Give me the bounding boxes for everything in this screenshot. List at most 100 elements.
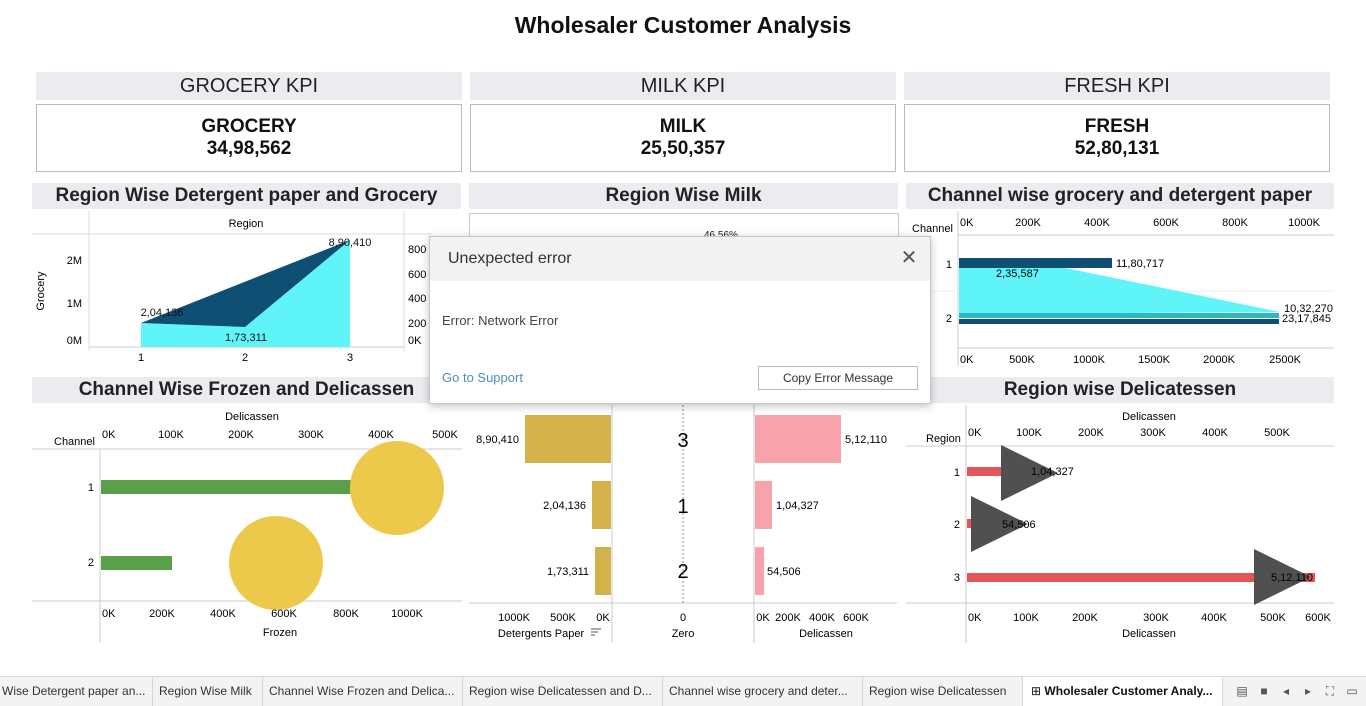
chart1-data-label: 8,90,410 <box>329 237 372 249</box>
chart1-x-tick: 1 <box>138 352 144 364</box>
chart3-bottom-tick: 2500K <box>1269 354 1301 366</box>
chart1-y-axis-label: Grocery <box>35 271 47 311</box>
chart5-left-tick: 1000K <box>498 612 530 624</box>
chart4-row-label: 1 <box>88 482 94 494</box>
chart6-top-tick: 0K <box>968 427 982 439</box>
present-icon[interactable]: ▭ <box>1343 677 1361 706</box>
chart3-bottom-tick: 500K <box>1009 354 1035 366</box>
chart3-top-tick: 400K <box>1084 217 1110 229</box>
tab-channel-frozen-delicassen[interactable]: Channel Wise Frozen and Delica... <box>263 677 463 706</box>
channel1-grocery-bar <box>959 258 1112 268</box>
tab-channel-grocery-detergent[interactable]: Channel wise grocery and deter... <box>663 677 863 706</box>
fullscreen-icon[interactable]: ⛶ <box>1321 677 1339 706</box>
region3-detergent-bar <box>525 415 611 463</box>
chart5-right-tick: 0K <box>756 612 770 624</box>
region2-detergent-bar <box>595 547 611 595</box>
channel-frozen-delicassen-chart: Delicassen Channel 0K 100K 200K 300K 400… <box>32 411 462 643</box>
grocery-kpi-header: GROCERY KPI <box>36 72 462 100</box>
prev-sheet-icon[interactable]: ◂ <box>1277 677 1295 706</box>
chart3-data-label: 11,80,717 <box>1116 258 1164 270</box>
channel2-delicassen-bubble <box>229 516 323 610</box>
chart6-row-label: 3 <box>954 572 960 584</box>
chart6-region-label: Region <box>926 433 961 445</box>
chart5-left-tick: 0K <box>596 612 610 624</box>
chart3-channel-label: Channel <box>912 223 953 235</box>
chart6-row-label: 1 <box>954 467 960 479</box>
chart5-right-tick: 200K <box>775 612 801 624</box>
chart5-left-tick: 500K <box>550 612 576 624</box>
grocery-kpi-value: 34,98,562 <box>206 138 292 159</box>
milk-kpi-header: MILK KPI <box>470 72 896 100</box>
chart1-y2-tick: 200 <box>408 318 426 330</box>
chart4-top-tick: 300K <box>298 429 324 441</box>
chart4-bottom-tick: 400K <box>210 608 236 620</box>
region1-detergent-bar <box>592 481 611 529</box>
region2-delicassen-bar <box>755 547 764 595</box>
copy-error-message-button[interactable]: Copy Error Message <box>758 366 918 390</box>
panel-title-channel-frozen-delicassen: Channel Wise Frozen and Delicassen <box>32 377 461 403</box>
tab-region-milk[interactable]: Region Wise Milk <box>153 677 263 706</box>
chart6-bottom-label: Delicassen <box>1122 628 1176 640</box>
milk-kpi-card: MILK 25,50,357 <box>470 104 896 172</box>
next-sheet-icon[interactable]: ▸ <box>1299 677 1317 706</box>
chart5-right-label: 1,04,327 <box>776 500 819 512</box>
go-to-support-link[interactable]: Go to Support <box>442 370 523 385</box>
channel2-detergent-bar <box>959 313 1279 318</box>
region-delicatessen-chart: Delicassen Region 0K 100K 200K 300K 400K… <box>906 405 1334 643</box>
chart1-y2-tick: 0K <box>408 335 422 347</box>
chart6-top-tick: 400K <box>1202 427 1228 439</box>
grid-view-icon[interactable]: ■ <box>1255 677 1273 706</box>
panel-title-region-delicatessen: Region wise Delicatessen <box>906 377 1334 403</box>
fresh-kpi-header: FRESH KPI <box>904 72 1330 100</box>
chart4-bottom-label: Frozen <box>263 627 297 639</box>
filmstrip-icon[interactable]: ▤ <box>1233 677 1251 706</box>
chart3-top-tick: 200K <box>1015 217 1041 229</box>
chart4-top-tick: 200K <box>228 429 254 441</box>
chart4-bottom-tick: 0K <box>102 608 116 620</box>
chart6-data-label: 5,12,110 <box>1271 572 1313 584</box>
chart3-row-label: 2 <box>946 313 952 325</box>
chart3-top-tick: 1000K <box>1288 217 1320 229</box>
chart1-data-label: 1,73,311 <box>225 332 267 344</box>
chart4-channel-label: Channel <box>54 436 95 448</box>
chart1-y-tick: 2M <box>67 255 82 267</box>
tab-region-delicatessen[interactable]: Region wise Delicatessen <box>863 677 1023 706</box>
region3-delicassen-bar <box>755 415 841 463</box>
panel-title-channel-grocery-detergent: Channel wise grocery and detergent paper <box>906 183 1334 209</box>
chart1-y2-tick: 600 <box>408 269 426 281</box>
chart4-bottom-tick: 600K <box>271 608 297 620</box>
region2-delicassen-bar <box>967 519 971 528</box>
chart1-y-tick: 1M <box>67 298 82 310</box>
chart6-top-label: Delicassen <box>1122 411 1176 423</box>
close-icon[interactable]: ✕ <box>898 247 920 269</box>
chart1-y2-tick: 400 <box>408 293 426 305</box>
milk-kpi-label: MILK <box>659 116 707 137</box>
panel-title-region-milk: Region Wise Milk <box>469 183 898 209</box>
chart3-data-label: 2,35,587 <box>996 268 1039 280</box>
grocery-kpi-label: GROCERY <box>201 116 297 137</box>
region-detergent-grocery-chart: Region Grocery 2M 1M 0M 800 600 400 200 … <box>32 211 432 364</box>
chart5-center-axis-label: Zero <box>672 628 695 640</box>
region-detergent-delicassen-chart: 8,90,410 2,04,136 1,73,311 3 1 2 5,12,11… <box>469 405 897 643</box>
milk-kpi-value: 25,50,357 <box>640 138 726 159</box>
fresh-kpi-card: FRESH 52,80,131 <box>904 104 1330 172</box>
tab-region-detergent-grocery[interactable]: Wise Detergent paper an... <box>0 677 153 706</box>
chart3-top-tick: 600K <box>1153 217 1179 229</box>
channel2-grocery-bar <box>959 319 1279 324</box>
chart3-bottom-tick: 0K <box>960 354 974 366</box>
chart6-top-tick: 100K <box>1016 427 1042 439</box>
error-message: Error: Network Error <box>442 313 559 328</box>
chart4-top-tick: 100K <box>158 429 184 441</box>
chart6-bottom-tick: 100K <box>1013 612 1039 624</box>
tab-region-delicatessen-detergent[interactable]: Region wise Delicatessen and D... <box>463 677 663 706</box>
chart5-right-axis-label: Delicassen <box>799 628 853 640</box>
chart6-bottom-tick: 200K <box>1072 612 1098 624</box>
chart1-y-tick: 0M <box>67 335 82 347</box>
chart5-left-label: 8,90,410 <box>476 434 519 446</box>
tab-wholesaler-customer-analysis[interactable]: ⊞ Wholesaler Customer Analy... <box>1023 677 1223 706</box>
chart1-data-label: 2,04,136 <box>141 307 184 319</box>
grocery-kpi-card: GROCERY 34,98,562 <box>36 104 462 172</box>
chart1-top-label: Region <box>229 218 264 230</box>
chart4-top-tick: 500K <box>432 429 458 441</box>
chart3-top-tick: 800K <box>1222 217 1248 229</box>
